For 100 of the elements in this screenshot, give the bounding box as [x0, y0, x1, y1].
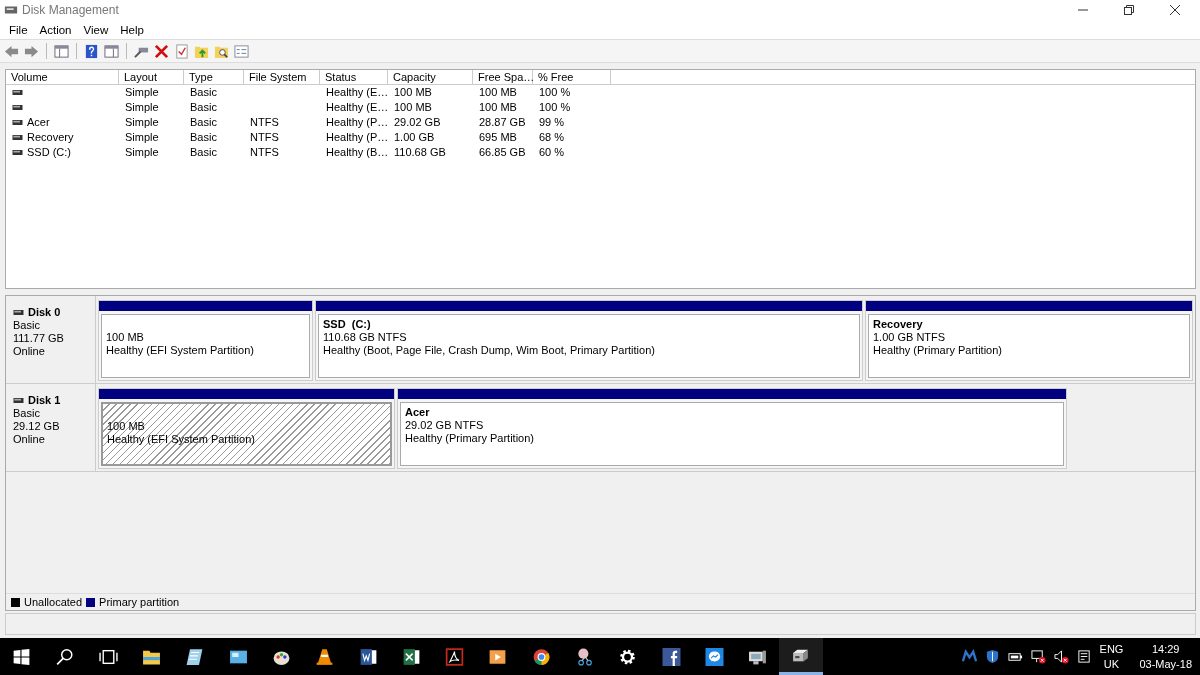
disk-type: Basic: [13, 319, 41, 332]
settings-icon[interactable]: [618, 647, 638, 666]
word-icon[interactable]: [358, 647, 378, 666]
search-icon[interactable]: [55, 647, 75, 666]
help-icon[interactable]: [84, 43, 99, 59]
table-cell: Healthy (B…: [326, 145, 389, 160]
column-header[interactable]: Status: [320, 70, 388, 85]
partition-name: SSD (C:): [323, 318, 372, 331]
partition-block[interactable]: 100 MB Healthy (EFI System Partition): [98, 388, 395, 469]
table-cell: 100 %: [539, 100, 571, 115]
properties-icon[interactable]: [234, 43, 249, 59]
messenger-icon[interactable]: [704, 647, 724, 666]
partition-size: 110.68 GB NTFS: [323, 331, 408, 344]
language-indicator[interactable]: ENG: [1099, 641, 1124, 657]
language-indicator[interactable]: UK: [1103, 656, 1120, 672]
disk-size: 29.12 GB: [13, 420, 61, 433]
table-cell: 29.02 GB: [394, 115, 441, 130]
legend-label: Unallocated: [24, 596, 83, 608]
volume-icon: [12, 120, 23, 125]
clock-time[interactable]: 14:29: [1151, 641, 1180, 657]
table-cell: 1.00 GB: [394, 130, 435, 145]
table-cell: Basic: [190, 145, 217, 160]
menu-item[interactable]: Action: [34, 23, 79, 36]
table-cell: Healthy (E…: [326, 100, 389, 115]
chrome-icon[interactable]: [531, 647, 551, 666]
back-icon[interactable]: [4, 43, 19, 59]
shield-m-icon[interactable]: [961, 649, 977, 664]
excel-icon[interactable]: [401, 647, 421, 666]
delete-icon[interactable]: [154, 43, 169, 59]
close-icon[interactable]: [1170, 5, 1180, 15]
disk-name: Disk 1: [28, 394, 61, 407]
volume-icon: [12, 90, 23, 95]
table-cell: NTFS: [250, 145, 279, 160]
table-cell: Simple: [125, 85, 159, 100]
table-cell: Healthy (P…: [326, 130, 389, 145]
console-tree-icon[interactable]: [54, 43, 69, 59]
table-cell: 100 MB: [394, 100, 432, 115]
disk-icon: [13, 310, 24, 315]
partition-block[interactable]: Recovery 1.00 GB NTFS Healthy (Primary Partition): [865, 300, 1193, 381]
table-cell: 695 MB: [479, 130, 517, 145]
column-header[interactable]: Layout: [119, 70, 184, 85]
partition-size: 29.02 GB NTFS: [405, 419, 485, 432]
task-view-icon[interactable]: [98, 647, 118, 666]
table-cell: Acer: [27, 115, 50, 130]
windows-icon[interactable]: [12, 647, 32, 666]
volume-icon: [12, 150, 23, 155]
table-cell: Basic: [190, 100, 217, 115]
window-title: Disk Management: [22, 3, 119, 17]
table-cell: Simple: [125, 100, 159, 115]
table-cell: 28.87 GB: [479, 115, 526, 130]
column-header[interactable]: Free Spa…: [473, 70, 533, 85]
legend-label: Primary partition: [99, 596, 180, 608]
column-header[interactable]: Capacity: [388, 70, 473, 85]
menu-item[interactable]: Help: [115, 23, 151, 36]
table-cell: NTFS: [250, 115, 279, 130]
table-cell: Simple: [125, 115, 159, 130]
notepad-icon[interactable]: [185, 647, 205, 666]
clock-date[interactable]: 03-May-18: [1139, 656, 1192, 672]
disk-type: Basic: [13, 407, 41, 420]
partition-name: Recovery: [873, 318, 924, 331]
panel-icon[interactable]: [104, 43, 119, 59]
table-cell: Basic: [190, 115, 217, 130]
traffic-cone-icon[interactable]: [315, 647, 335, 666]
scissors-icon[interactable]: [575, 647, 594, 666]
table-cell: NTFS: [250, 130, 279, 145]
checklist-icon[interactable]: [174, 43, 189, 59]
play-icon[interactable]: [488, 647, 508, 666]
column-header[interactable]: % Free: [533, 70, 611, 85]
network-error-icon[interactable]: [1030, 649, 1046, 664]
column-header[interactable]: Volume: [6, 70, 119, 85]
facebook-icon[interactable]: [661, 647, 681, 666]
pdf-icon[interactable]: [445, 647, 465, 666]
shield-icon[interactable]: [984, 649, 1000, 664]
restore-icon[interactable]: [1124, 5, 1134, 15]
speaker-muted-icon[interactable]: [1053, 649, 1069, 664]
disk-name: Disk 0: [28, 306, 61, 319]
partition-block[interactable]: 100 MB Healthy (EFI System Partition): [98, 300, 313, 381]
volume-icon: [12, 135, 23, 140]
table-cell: 99 %: [539, 115, 565, 130]
volume-icon: [12, 105, 23, 110]
column-header[interactable]: File System: [244, 70, 320, 85]
disk-size: 111.77 GB: [13, 332, 65, 345]
menu-item[interactable]: File: [4, 23, 35, 36]
table-cell: 100 MB: [479, 100, 517, 115]
disk-status: Online: [13, 345, 46, 358]
table-cell: 66.85 GB: [479, 145, 526, 160]
table-cell: 68 %: [539, 130, 565, 145]
table-cell: Basic: [190, 85, 217, 100]
partition-status: Healthy (Boot, Page File, Crash Dump, Wim Boot, Primary Partition): [323, 344, 656, 357]
column-header[interactable]: Type: [184, 70, 244, 85]
table-cell: 110.68 GB: [394, 145, 446, 160]
table-cell: Simple: [125, 145, 159, 160]
partition-size: 100 MB: [106, 331, 145, 344]
menu-item[interactable]: View: [78, 23, 116, 36]
table-cell: Healthy (P…: [326, 115, 389, 130]
partition-status: Healthy (EFI System Partition): [106, 344, 255, 357]
table-cell: Healthy (E…: [326, 85, 389, 100]
partition-block[interactable]: SSD (C:) 110.68 GB NTFS Healthy (Boot, Page File, Crash Dump, Wim Boot, Primary Partition): [315, 300, 863, 381]
partition-block[interactable]: Acer 29.02 GB NTFS Healthy (Primary Partition): [397, 388, 1067, 469]
notification-icon[interactable]: [1076, 649, 1092, 664]
